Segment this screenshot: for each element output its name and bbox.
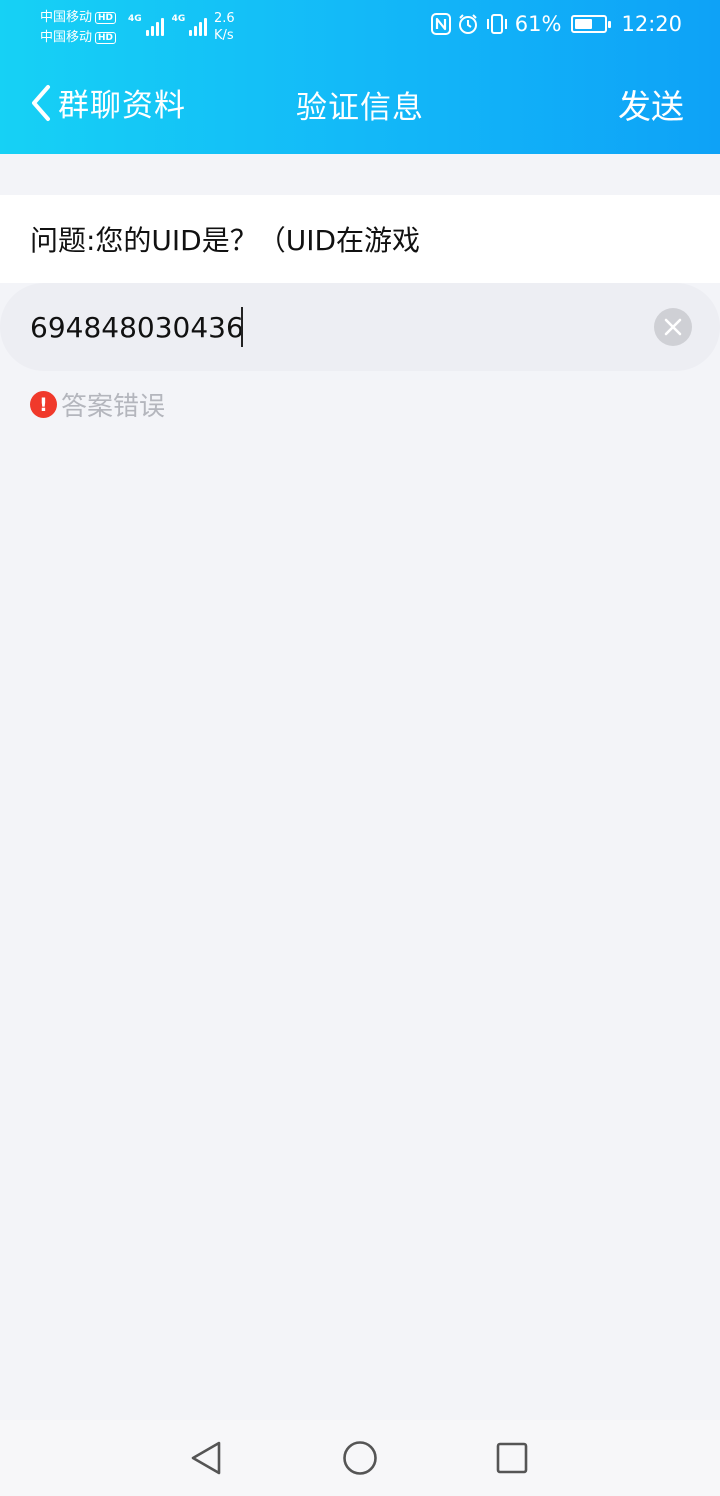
close-icon [664, 318, 682, 336]
triangle-back-icon [191, 1441, 221, 1475]
system-back-button[interactable] [186, 1438, 226, 1478]
error-text: 答案错误 [61, 392, 166, 422]
system-nav-bar [0, 1420, 720, 1496]
alarm-icon [457, 13, 479, 35]
signal-strength-2-icon: 4G [172, 14, 208, 36]
answer-field[interactable] [0, 283, 720, 371]
system-home-button[interactable] [340, 1438, 380, 1478]
signal-indicators: 4G 4G [128, 14, 208, 36]
system-recents-button[interactable] [492, 1438, 532, 1478]
status-bar: 中国移动 HD 中国移动 HD 4G 4G 2.6 K/s 61% 12:20 [0, 0, 720, 52]
clock: 12:20 [621, 12, 682, 36]
nav-bar: 群聊资料 验证信息 发送 [0, 52, 720, 154]
square-recents-icon [496, 1442, 528, 1474]
battery-icon [571, 15, 612, 33]
network-speed-unit: K/s [214, 28, 234, 43]
battery-level [575, 19, 593, 29]
status-right-group: 61% 12:20 [430, 12, 682, 36]
carrier-1-label: 中国移动 [40, 10, 93, 25]
network-speed-value: 2.6 [214, 11, 235, 26]
nfc-icon [430, 13, 451, 35]
vibrate-icon [485, 13, 509, 35]
answer-input[interactable] [30, 310, 245, 344]
error-message: ! 答案错误 [30, 386, 165, 423]
clear-input-button[interactable] [654, 308, 692, 346]
signal-strength-1-icon: 4G [128, 14, 164, 36]
carrier-info: 中国移动 HD 中国移动 HD [40, 8, 117, 48]
hd-badge-2: HD [95, 32, 117, 44]
hd-badge-1: HD [95, 12, 117, 24]
text-cursor [241, 307, 243, 347]
carrier-2-label: 中国移动 [40, 30, 93, 45]
error-alert-icon: ! [30, 391, 57, 418]
question-row: 问题:您的UID是？（UID在游戏 [0, 195, 720, 283]
verification-screen: 中国移动 HD 中国移动 HD 4G 4G 2.6 K/s 61% 12:20 … [0, 0, 720, 1496]
network-speed: 2.6 K/s [214, 10, 235, 44]
battery-percent: 61% [514, 12, 562, 36]
send-button[interactable]: 发送 [618, 80, 684, 128]
circle-home-icon [343, 1441, 377, 1475]
back-button[interactable]: 群聊资料 [30, 80, 186, 125]
question-text: 问题:您的UID是？（UID在游戏 [30, 224, 421, 257]
back-label: 群聊资料 [58, 88, 186, 124]
chevron-left-icon [30, 84, 52, 122]
